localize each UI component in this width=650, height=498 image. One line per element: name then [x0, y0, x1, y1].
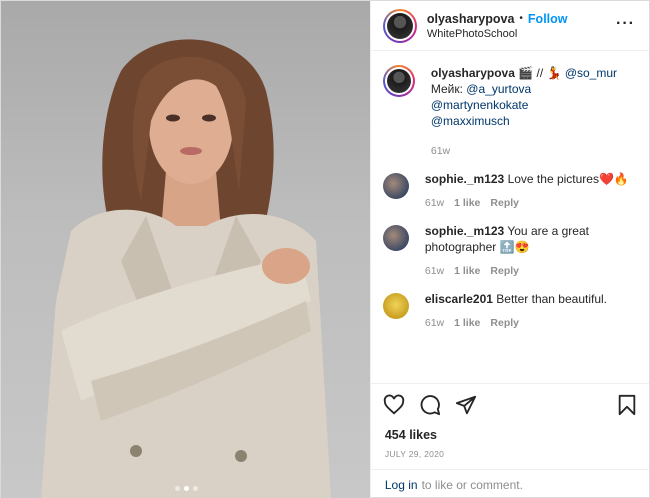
login-prompt-text: to like or comment.: [421, 477, 523, 492]
post-header: olyasharypova • Follow WhitePhotoSchool …: [370, 1, 649, 51]
reply-button[interactable]: Reply: [490, 197, 519, 209]
comment-likes[interactable]: 1 like: [454, 317, 480, 329]
comment-item: eliscarle201 Better than beautiful. 61w …: [382, 291, 637, 329]
post-location[interactable]: WhitePhotoSchool: [427, 28, 568, 40]
carousel-dot-active[interactable]: [183, 486, 189, 491]
instagram-post: olyasharypova • Follow WhitePhotoSchool …: [0, 0, 650, 498]
comment-likes[interactable]: 1 like: [454, 265, 480, 277]
caption-emojis: 🎬 // 💃: [518, 66, 565, 80]
commenter-avatar[interactable]: [382, 173, 409, 199]
carousel-indicator: [1, 486, 370, 491]
caption-meta: 61w: [431, 145, 617, 157]
commenter-username[interactable]: eliscarle201: [425, 292, 493, 306]
carousel-dot[interactable]: [174, 486, 180, 491]
comment-text: eliscarle201 Better than beautiful.: [425, 291, 607, 307]
comment-time[interactable]: 61w: [425, 317, 444, 329]
separator-dot: •: [519, 13, 523, 24]
reply-button[interactable]: Reply: [490, 265, 519, 277]
post-photo[interactable]: [1, 1, 370, 498]
commenter-avatar[interactable]: [382, 225, 409, 251]
comment-content: Love the pictures❤️🔥: [507, 172, 629, 186]
post-date[interactable]: JULY 29, 2020: [371, 445, 649, 469]
caption-time[interactable]: 61w: [431, 145, 450, 157]
comment-time[interactable]: 61w: [425, 265, 444, 277]
likes-count[interactable]: 454 likes: [371, 425, 649, 445]
bookmark-icon[interactable]: [617, 394, 637, 419]
comment-text: sophie._m123 Love the pictures❤️🔥: [425, 171, 629, 187]
follow-button[interactable]: Follow: [528, 12, 568, 26]
caption-author-avatar[interactable]: [382, 65, 415, 97]
commenter-avatar[interactable]: [382, 293, 409, 319]
caption-text: olyasharypova 🎬 // 💃 @so_mur Мейк: @a_yu…: [431, 65, 617, 129]
comment-item: sophie._m123 You are a great photographe…: [382, 223, 637, 277]
comment-likes[interactable]: 1 like: [454, 197, 480, 209]
photo-illustration: [41, 39, 331, 498]
login-link[interactable]: Log in: [385, 478, 418, 492]
comment-content: Better than beautiful.: [496, 292, 608, 306]
mention-link[interactable]: @martynenkokate: [431, 98, 529, 112]
comment-item: sophie._m123 Love the pictures❤️🔥 61w 1 …: [382, 171, 637, 209]
caption-username[interactable]: olyasharypova: [431, 66, 515, 80]
comment-meta: 61w 1 like Reply: [425, 265, 637, 277]
caption: olyasharypova 🎬 // 💃 @so_mur Мейк: @a_yu…: [382, 65, 637, 157]
login-prompt: Log in to like or comment.: [370, 469, 649, 498]
mention-link[interactable]: @so_mur: [565, 66, 617, 80]
comment-icon[interactable]: [419, 394, 441, 416]
share-icon[interactable]: [455, 394, 477, 416]
action-bar: [370, 383, 649, 425]
commenter-username[interactable]: sophie._m123: [425, 224, 504, 238]
more-options-icon[interactable]: ···: [616, 16, 635, 32]
caption-makeup-label: Мейк:: [430, 82, 467, 96]
comments-list[interactable]: olyasharypova 🎬 // 💃 @so_mur Мейк: @a_yu…: [371, 51, 649, 383]
author-username[interactable]: olyasharypova: [427, 12, 515, 26]
comment-time[interactable]: 61w: [425, 197, 444, 209]
comment-meta: 61w 1 like Reply: [425, 317, 607, 329]
author-avatar[interactable]: [382, 8, 417, 43]
mention-link[interactable]: @a_yurtova: [466, 82, 531, 96]
comment-meta: 61w 1 like Reply: [425, 197, 629, 209]
heart-icon[interactable]: [383, 394, 405, 416]
commenter-username[interactable]: sophie._m123: [425, 172, 504, 186]
mention-link[interactable]: @maxximusch: [431, 114, 510, 128]
post-sidebar: olyasharypova • Follow WhitePhotoSchool …: [369, 1, 649, 498]
carousel-dot[interactable]: [192, 486, 198, 491]
comment-text: sophie._m123 You are a great photographe…: [425, 223, 637, 255]
reply-button[interactable]: Reply: [490, 317, 519, 329]
